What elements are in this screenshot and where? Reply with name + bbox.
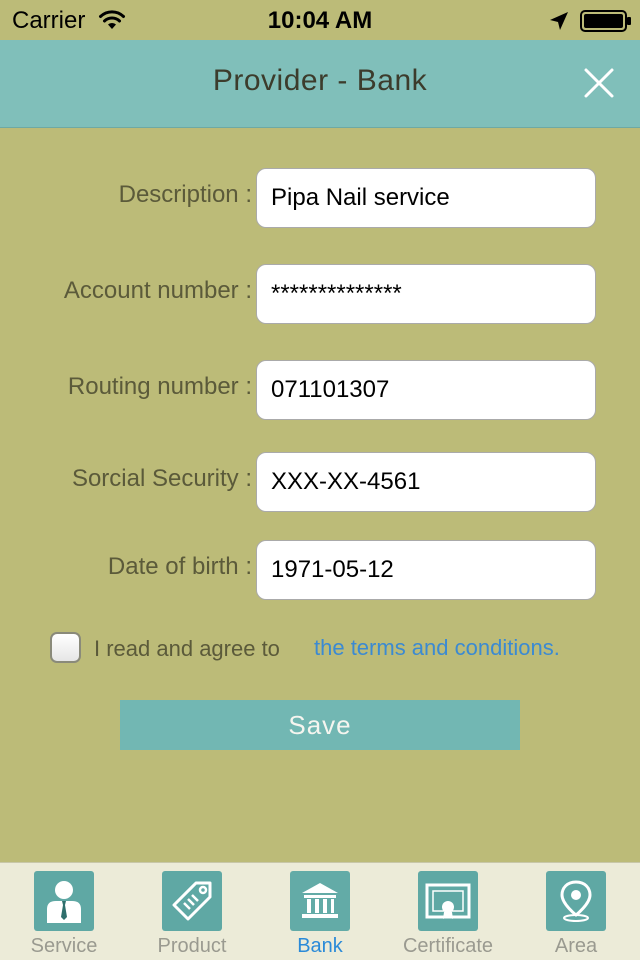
agree-row: I read and agree to the terms and condit… — [0, 630, 640, 666]
social-security-field[interactable] — [256, 452, 596, 512]
date-of-birth-label: Date of birth : — [107, 553, 252, 580]
social-security-label: Sorcial Security : — [71, 465, 252, 492]
routing-number-label: Routing number : — [67, 373, 252, 400]
terms-link[interactable]: the terms and conditions. — [314, 635, 560, 661]
tab-bar: Service Product Bank Certificate Area — [0, 862, 640, 960]
account-number-field[interactable] — [256, 264, 596, 324]
tab-area-label: Area — [554, 935, 598, 957]
nav-header: Provider - Bank — [0, 40, 640, 128]
date-of-birth-row: Date of birth : — [0, 540, 640, 600]
tab-certificate[interactable]: Certificate — [384, 863, 512, 960]
social-security-row: Sorcial Security : — [0, 452, 640, 512]
description-label: Description : — [118, 181, 252, 208]
tab-service-label: Service — [30, 935, 98, 957]
map-pin-icon — [546, 871, 606, 931]
tab-bank-label: Bank — [297, 935, 343, 957]
tab-bank[interactable]: Bank — [256, 863, 384, 960]
close-button[interactable] — [578, 62, 620, 104]
description-row: Description : — [0, 168, 640, 228]
location-arrow-icon — [550, 12, 568, 30]
tab-certificate-label: Certificate — [402, 935, 494, 957]
battery-icon — [580, 10, 631, 32]
close-icon — [584, 68, 614, 98]
account-number-row: Account number : — [0, 264, 640, 324]
agree-checkbox[interactable] — [50, 632, 81, 663]
date-of-birth-field[interactable] — [256, 540, 596, 600]
certificate-icon — [418, 871, 478, 931]
tab-area[interactable]: Area — [512, 863, 640, 960]
description-field[interactable] — [256, 168, 596, 228]
status-bar: Carrier 10:04 AM — [0, 0, 640, 40]
save-button[interactable]: Save — [120, 700, 520, 750]
tab-product[interactable]: Product — [128, 863, 256, 960]
tag-icon — [162, 871, 222, 931]
account-number-label: Account number : — [63, 277, 252, 304]
agree-label: I read and agree to — [94, 636, 280, 661]
tab-product-label: Product — [157, 935, 227, 957]
tab-service[interactable]: Service — [0, 863, 128, 960]
person-icon — [34, 871, 94, 931]
routing-number-row: Routing number : — [0, 360, 640, 420]
routing-number-field[interactable] — [256, 360, 596, 420]
status-time: 10:04 AM — [267, 7, 373, 34]
bank-icon — [290, 871, 350, 931]
page-title: Provider - Bank — [212, 64, 428, 97]
